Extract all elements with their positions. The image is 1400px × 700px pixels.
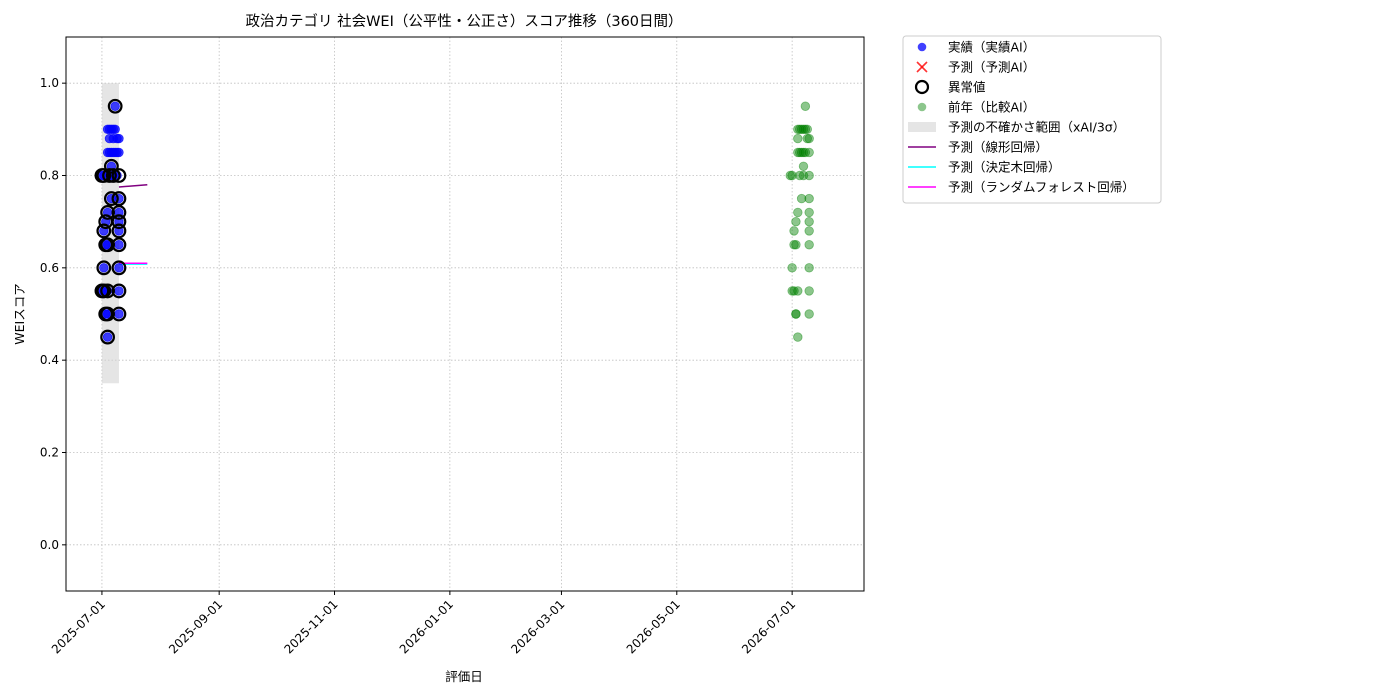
actual-point xyxy=(114,133,124,144)
x-tick-label: 2026-07-01 xyxy=(739,597,798,656)
actual-point xyxy=(114,309,124,319)
previous-year-point xyxy=(804,286,814,296)
y-tick-label: 0.0 xyxy=(40,538,59,552)
x-tick-label: 2026-03-01 xyxy=(508,597,567,656)
y-tick-label: 0.6 xyxy=(40,261,59,275)
actual-point xyxy=(110,124,120,135)
legend-label-tree: 予測（決定木回帰） xyxy=(948,160,1061,175)
x-axis-label: 評価日 xyxy=(445,669,483,684)
legend-marker-actual xyxy=(917,42,927,52)
previous-year-point xyxy=(789,226,799,236)
actual-point xyxy=(102,332,113,342)
legend-label-actual: 実績（実績AI） xyxy=(948,40,1035,55)
legend-label-forest: 予測（ランダムフォレスト回帰） xyxy=(948,180,1135,195)
chart-title: 政治カテゴリ 社会WEI（公平性・公正さ）スコア推移（360日間） xyxy=(245,12,682,30)
actual-point xyxy=(110,101,120,111)
previous-year-point xyxy=(804,147,814,158)
previous-year-point xyxy=(804,309,814,319)
y-tick-label: 0.4 xyxy=(40,353,59,367)
plot-frame xyxy=(65,36,865,592)
previous-year-point xyxy=(791,240,801,250)
actual-point xyxy=(114,147,124,158)
legend-marker-uncertainty xyxy=(908,122,936,132)
previous-year-point xyxy=(804,193,814,204)
legend-marker-previous_year xyxy=(917,102,927,112)
actual-point xyxy=(114,263,124,273)
actual-point xyxy=(114,286,124,296)
x-axis: 2025-07-01 2025-09-01 2025-11-01 2026-01-01… xyxy=(49,591,798,656)
previous-year-point xyxy=(793,207,803,218)
y-tick-label: 0.8 xyxy=(40,169,59,183)
legend-label-anomaly: 異常値 xyxy=(948,80,986,95)
actual-point xyxy=(99,263,109,273)
legend-label-predicted: 予測（予測AI） xyxy=(948,60,1035,75)
actual-point xyxy=(114,240,124,250)
x-tick-label: 2026-05-01 xyxy=(624,597,683,656)
x-tick-label: 2026-01-01 xyxy=(397,597,456,656)
previous-year-point xyxy=(802,124,812,135)
chart: 政治カテゴリ 社会WEI（公平性・公正さ）スコア推移（360日間） 0.0 0.2… xyxy=(12,12,1162,684)
previous-year-point xyxy=(793,286,803,296)
previous-year-point xyxy=(800,101,811,111)
previous-year-points xyxy=(785,101,814,342)
x-tick-label: 2025-07-01 xyxy=(49,597,108,656)
grid xyxy=(66,37,864,591)
previous-year-point xyxy=(804,240,814,250)
previous-year-point xyxy=(804,133,814,144)
previous-year-point xyxy=(804,170,814,181)
y-axis-label: WEIスコア xyxy=(12,283,27,344)
previous-year-point xyxy=(793,133,803,144)
previous-year-point xyxy=(791,216,801,227)
previous-year-point xyxy=(804,216,814,227)
previous-year-point xyxy=(804,263,814,273)
legend: 実績（実績AI） 予測（予測AI） 異常値前年（比較AI） 予測の不確かさ範囲（xAI… xyxy=(902,35,1162,204)
previous-year-point xyxy=(793,332,803,342)
legend-label-previous_year: 前年（比較AI） xyxy=(948,100,1035,115)
linear-regression-line xyxy=(118,183,148,188)
x-tick-label: 2025-11-01 xyxy=(281,597,340,656)
y-tick-label: 1.0 xyxy=(40,76,59,90)
y-tick-label: 0.2 xyxy=(40,446,59,460)
previous-year-point xyxy=(804,226,814,236)
legend-label-uncertainty: 予測の不確かさ範囲（xAI/3σ） xyxy=(948,120,1125,135)
previous-year-point xyxy=(798,161,809,171)
legend-label-linear: 予測（線形回帰） xyxy=(948,140,1048,155)
y-axis: 0.0 0.2 0.4 0.6 0.8 1.0 xyxy=(40,76,66,552)
previous-year-point xyxy=(804,207,814,218)
x-tick-label: 2025-09-01 xyxy=(166,597,225,656)
previous-year-point xyxy=(791,309,801,319)
previous-year-point xyxy=(787,263,797,273)
